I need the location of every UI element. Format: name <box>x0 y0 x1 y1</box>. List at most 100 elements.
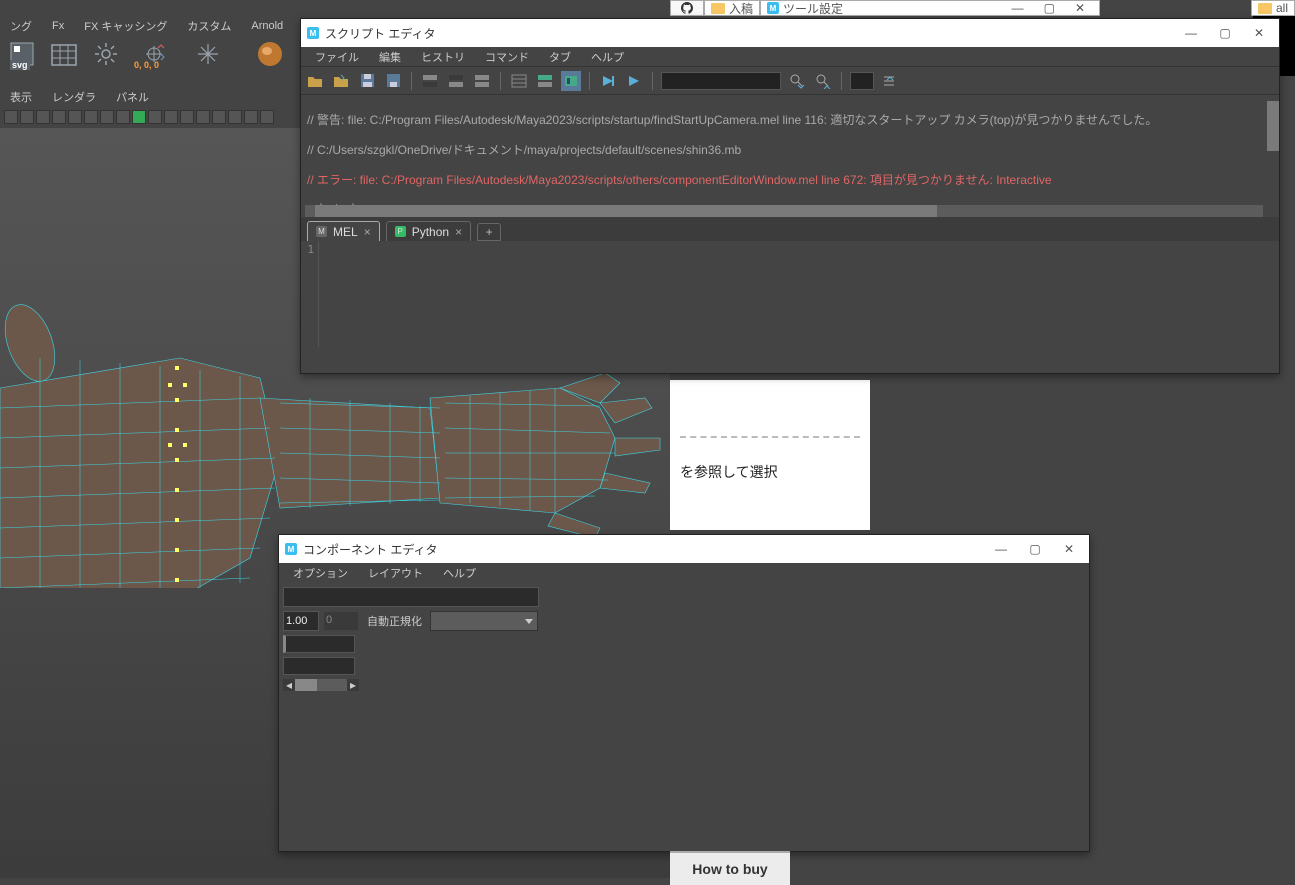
move-to-origin-icon[interactable]: 0, 0, 0 <box>134 40 180 68</box>
github-icon <box>681 2 693 14</box>
close-button[interactable]: ✕ <box>1055 539 1083 559</box>
vp-icon[interactable] <box>260 110 274 124</box>
taskbar-github[interactable] <box>670 0 704 16</box>
vp-icon[interactable] <box>4 110 18 124</box>
menu-options[interactable]: オプション <box>283 565 358 581</box>
vp-icon[interactable] <box>84 110 98 124</box>
sphere-icon[interactable] <box>256 40 284 68</box>
open-icon[interactable] <box>305 71 325 91</box>
viewport-panel-menu: 表示 レンダラ パネル <box>0 88 149 106</box>
maximize-icon[interactable]: ▢ <box>1036 1 1063 15</box>
menu-edit[interactable]: 編集 <box>369 49 411 65</box>
search-up-icon[interactable] <box>813 71 833 91</box>
vertical-scrollbar[interactable] <box>1267 95 1279 205</box>
vp-icon[interactable] <box>100 110 114 124</box>
search-down-icon[interactable] <box>787 71 807 91</box>
search-field[interactable] <box>661 72 781 90</box>
freeze-icon[interactable] <box>194 40 222 68</box>
vp-icon[interactable] <box>180 110 194 124</box>
menu-command[interactable]: コマンド <box>475 49 539 65</box>
show-both-icon[interactable] <box>535 71 555 91</box>
minimize-button[interactable]: ― <box>1177 23 1205 43</box>
normalize-dropdown[interactable] <box>430 611 538 631</box>
vp-icon[interactable] <box>164 110 178 124</box>
tab-python[interactable]: PPython× <box>386 221 471 241</box>
goto-field[interactable] <box>850 72 874 90</box>
menu-help[interactable]: ヘルプ <box>581 49 634 65</box>
menu-history[interactable]: ヒストリ <box>411 49 475 65</box>
menu-view[interactable]: 表示 <box>10 89 32 105</box>
vp-icon[interactable] <box>228 110 242 124</box>
filter-field[interactable] <box>283 587 539 607</box>
os-taskbar: 入稿 Mツール設定 ― ▢ ✕ all <box>670 0 1295 16</box>
tab-mel[interactable]: MMEL× <box>307 221 380 241</box>
component-editor-body: 0 自動正規化 ◂ ▸ <box>279 583 1089 695</box>
titlebar[interactable]: M コンポーネント エディタ ― ▢ ✕ <box>279 535 1089 563</box>
slider-field[interactable] <box>283 635 355 653</box>
menu-tab[interactable]: タブ <box>539 49 581 65</box>
execute-icon[interactable] <box>598 71 618 91</box>
taskbar-folder-2[interactable]: all <box>1251 0 1295 16</box>
weight-value-field[interactable] <box>283 611 319 631</box>
script-output[interactable]: // 警告: file: C:/Program Files/Autodesk/M… <box>301 95 1279 217</box>
vp-icon[interactable] <box>68 110 82 124</box>
horizontal-scrollbar[interactable] <box>305 205 1263 217</box>
vp-icon[interactable] <box>148 110 162 124</box>
vp-icon[interactable] <box>20 110 34 124</box>
import-svg-icon[interactable]: svg <box>8 40 36 68</box>
goto-line-icon[interactable] <box>880 71 900 91</box>
menu-item[interactable]: Fx <box>42 20 74 32</box>
zero-field[interactable]: 0 <box>323 611 359 631</box>
line-gutter: 1 <box>301 241 319 347</box>
source-icon[interactable] <box>331 71 351 91</box>
vp-icon[interactable] <box>132 110 146 124</box>
clear-input-icon[interactable] <box>446 71 466 91</box>
close-tab-icon[interactable]: × <box>364 225 371 239</box>
script-input[interactable]: 1 <box>301 241 1279 347</box>
minimize-icon[interactable]: ― <box>1004 1 1032 15</box>
taskbar-folder-1[interactable]: 入稿 <box>704 0 760 16</box>
menu-panel[interactable]: パネル <box>116 89 149 105</box>
mini-scrollbar[interactable]: ◂ ▸ <box>283 679 1085 691</box>
how-to-buy-tab[interactable]: How to buy <box>670 851 790 885</box>
clear-all-icon[interactable] <box>472 71 492 91</box>
maximize-button[interactable]: ▢ <box>1211 23 1239 43</box>
minimize-button[interactable]: ― <box>987 539 1015 559</box>
show-history-icon[interactable] <box>509 71 529 91</box>
menu-file[interactable]: ファイル <box>305 49 369 65</box>
close-button[interactable]: ✕ <box>1245 23 1273 43</box>
scroll-right-icon[interactable]: ▸ <box>347 679 359 691</box>
calendar-icon[interactable] <box>50 40 78 68</box>
vp-icon[interactable] <box>212 110 226 124</box>
menu-item[interactable]: カスタム <box>177 18 241 34</box>
vp-icon[interactable] <box>244 110 258 124</box>
menu-item[interactable]: FX キャッシング <box>74 18 177 34</box>
menu-renderer[interactable]: レンダラ <box>52 89 96 105</box>
menu-item[interactable]: Arnold <box>241 20 293 32</box>
add-tab-button[interactable]: + <box>477 223 501 241</box>
save-to-shelf-icon[interactable] <box>383 71 403 91</box>
save-icon[interactable] <box>357 71 377 91</box>
taskbar-tool-settings[interactable]: Mツール設定 ― ▢ ✕ <box>760 0 1100 16</box>
value-field[interactable] <box>283 657 355 675</box>
vp-icon[interactable] <box>196 110 210 124</box>
menu-help[interactable]: ヘルプ <box>433 565 486 581</box>
titlebar[interactable]: M スクリプト エディタ ― ▢ ✕ <box>301 19 1279 47</box>
vp-icon[interactable] <box>116 110 130 124</box>
vp-icon[interactable] <box>36 110 50 124</box>
doc-panel: を参照して選択 <box>670 380 870 530</box>
close-tab-icon[interactable]: × <box>455 225 462 239</box>
menu-item[interactable]: ング <box>0 18 42 34</box>
echo-icon[interactable] <box>561 71 581 91</box>
window-title: スクリプト エディタ <box>325 25 436 42</box>
menu-layout[interactable]: レイアウト <box>358 565 433 581</box>
execute-all-icon[interactable] <box>624 71 644 91</box>
light-icon[interactable] <box>92 40 120 68</box>
viewport-toolbar <box>0 108 274 126</box>
vp-icon[interactable] <box>52 110 66 124</box>
close-icon[interactable]: ✕ <box>1067 1 1093 15</box>
scroll-left-icon[interactable]: ◂ <box>283 679 295 691</box>
maya-shelf: svg 0, 0, 0 <box>0 36 284 72</box>
clear-history-icon[interactable] <box>420 71 440 91</box>
maximize-button[interactable]: ▢ <box>1021 539 1049 559</box>
